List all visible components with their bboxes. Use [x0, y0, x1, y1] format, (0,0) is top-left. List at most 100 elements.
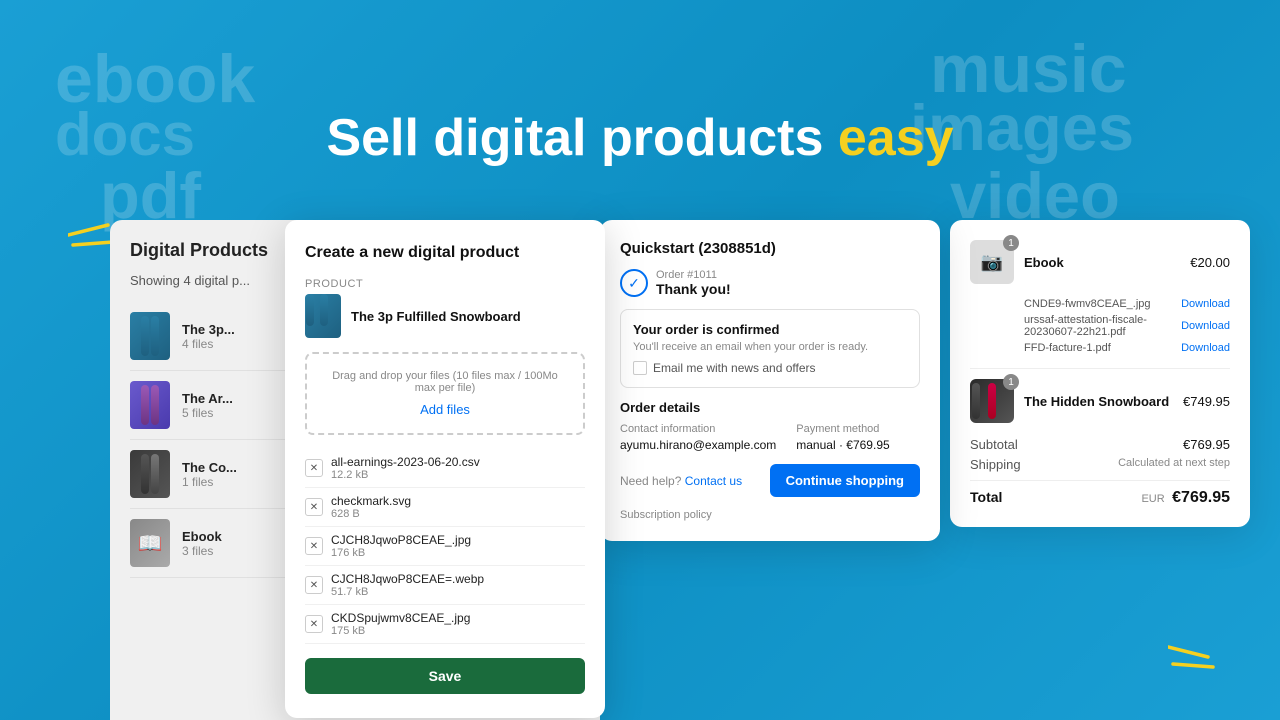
- receipt-grand-label: Total: [970, 489, 1002, 507]
- file-remove-2[interactable]: ✕: [305, 498, 323, 516]
- receipt-dl-name-1: CNDE9-fwmv8CEAE_.jpg: [1024, 298, 1151, 310]
- file-name-4: CJCH8JqwoP8CEAE=.webp: [331, 572, 585, 586]
- receipt-panel: 📷 1 Ebook €20.00 CNDE9-fwmv8CEAE_.jpg Do…: [950, 220, 1250, 527]
- file-size-2: 628 B: [331, 508, 585, 520]
- qs-od-title: Order details: [620, 400, 920, 415]
- receipt-item-name-1: Ebook: [1024, 255, 1180, 270]
- headline-highlight: easy: [838, 109, 954, 167]
- qs-order-details: Order details Contact information ayumu.…: [620, 400, 920, 452]
- receipt-dl-3: FFD-facture-1.pdf Download: [1024, 342, 1230, 354]
- qs-help: Need help? Contact us: [620, 474, 742, 488]
- file-remove-4[interactable]: ✕: [305, 576, 323, 594]
- file-remove-3[interactable]: ✕: [305, 537, 323, 555]
- receipt-subtotal-row: Subtotal €769.95: [970, 437, 1230, 452]
- quickstart-panel: Quickstart (2308851d) ✓ Order #1011 Than…: [600, 220, 940, 541]
- qs-continue-button[interactable]: Continue shopping: [770, 464, 920, 497]
- dp-icon-1: [130, 312, 170, 360]
- file-item-1: ✕ all-earnings-2023-06-20.csv 12.2 kB: [305, 449, 585, 488]
- receipt-item-2: 1 The Hidden Snowboard €749.95: [970, 379, 1230, 423]
- dp-icon-3: [130, 450, 170, 498]
- product-name: The 3p Fulfilled Snowboard: [351, 309, 521, 324]
- file-size-5: 175 kB: [331, 625, 585, 637]
- snowboard-2a: [141, 385, 149, 425]
- product-label: Product: [305, 278, 585, 290]
- digital-products-panel: Digital Products Showing 4 digital p... …: [110, 220, 600, 720]
- snowboard-3b: [151, 454, 159, 494]
- receipt-downloads: CNDE9-fwmv8CEAE_.jpg Download urssaf-att…: [970, 298, 1230, 354]
- receipt-grand-val-wrapper: EUR €769.95: [1141, 489, 1230, 507]
- file-item-3: ✕ CJCH8JqwoP8CEAE_.jpg 176 kB: [305, 527, 585, 566]
- qs-email-checkbox[interactable]: [633, 361, 647, 375]
- qs-subscription-link[interactable]: Subscription policy: [620, 509, 712, 521]
- dp-icon-2: [130, 381, 170, 429]
- headline: Sell digital products easy: [0, 108, 1280, 168]
- snowboard-1a: [141, 316, 149, 356]
- product-icon-a: [306, 294, 314, 326]
- qs-contact-value: ayumu.hirano@example.com: [620, 438, 776, 452]
- receipt-img-1: 📷 1: [970, 240, 1014, 284]
- file-item-2: ✕ checkmark.svg 628 B: [305, 488, 585, 527]
- file-size-1: 12.2 kB: [331, 469, 585, 481]
- dropzone-hint: Drag and drop your files (10 files max /…: [323, 370, 567, 394]
- receipt-dl-1: CNDE9-fwmv8CEAE_.jpg Download: [1024, 298, 1230, 310]
- receipt-badge-1: 1: [1003, 235, 1019, 251]
- qs-confirmed-title: Your order is confirmed: [633, 322, 907, 337]
- receipt-shipping-row: Shipping Calculated at next step: [970, 457, 1230, 472]
- qs-actions: Need help? Contact us Continue shopping: [620, 464, 920, 497]
- product-thumbnail: [305, 294, 341, 338]
- file-name-3: CJCH8JqwoP8CEAE_.jpg: [331, 533, 585, 547]
- qs-confirmed-box: Your order is confirmed You'll receive a…: [620, 309, 920, 388]
- receipt-item-info-2: The Hidden Snowboard: [1024, 394, 1173, 409]
- receipt-totals: Subtotal €769.95 Shipping Calculated at …: [970, 437, 1230, 507]
- receipt-shipping-value: Calculated at next step: [1118, 457, 1230, 472]
- qs-email-label: Email me with news and offers: [653, 361, 816, 375]
- receipt-grand-value: €769.95: [1172, 489, 1230, 506]
- add-files-button[interactable]: Add files: [420, 402, 470, 417]
- qs-email-check: Email me with news and offers: [633, 361, 907, 375]
- snowboard-1b: [151, 316, 159, 356]
- receipt-badge-2: 1: [1003, 374, 1019, 390]
- receipt-shipping-label: Shipping: [970, 457, 1021, 472]
- file-name-1: all-earnings-2023-06-20.csv: [331, 455, 585, 469]
- receipt-img-2: 1: [970, 379, 1014, 423]
- qs-title: Quickstart (2308851d): [620, 240, 920, 257]
- headline-prefix: Sell digital products: [326, 109, 837, 167]
- qs-payment-col: Payment method manual · €769.95: [796, 423, 889, 452]
- file-info-5: CKDSpujwmv8CEAE_.jpg 175 kB: [331, 611, 585, 637]
- receipt-currency: EUR: [1141, 493, 1164, 505]
- content-wrapper: Digital Products Showing 4 digital p... …: [110, 220, 1280, 720]
- qs-contact-label: Contact information: [620, 423, 776, 435]
- snowboard-2b: [151, 385, 159, 425]
- receipt-item-info-1: Ebook: [1024, 255, 1180, 270]
- qs-success-row: ✓ Order #1011 Thank you!: [620, 269, 920, 297]
- receipt-dl-link-1[interactable]: Download: [1181, 298, 1230, 310]
- snowboard-3a: [141, 454, 149, 494]
- qs-payment-value: manual · €769.95: [796, 438, 889, 452]
- qs-contact-col: Contact information ayumu.hirano@example…: [620, 423, 776, 452]
- file-info-1: all-earnings-2023-06-20.csv 12.2 kB: [331, 455, 585, 481]
- file-remove-1[interactable]: ✕: [305, 459, 323, 477]
- save-button[interactable]: Save: [305, 658, 585, 694]
- qs-order-num: Order #1011: [656, 269, 731, 281]
- receipt-dl-link-2[interactable]: Download: [1181, 320, 1230, 332]
- receipt-dl-2: urssaf-attestation-fiscale-20230607-22h2…: [1024, 314, 1230, 338]
- receipt-divider: [970, 368, 1230, 369]
- qs-help-text: Need help?: [620, 474, 681, 488]
- modal-title: Create a new digital product: [305, 244, 585, 262]
- create-product-modal: Create a new digital product Product The…: [285, 220, 605, 718]
- dp-icon-4: 📖: [130, 519, 170, 567]
- file-info-4: CJCH8JqwoP8CEAE=.webp 51.7 kB: [331, 572, 585, 598]
- product-row: The 3p Fulfilled Snowboard: [305, 294, 585, 338]
- receipt-dl-link-3[interactable]: Download: [1181, 342, 1230, 354]
- receipt-item-name-2: The Hidden Snowboard: [1024, 394, 1173, 409]
- dropzone[interactable]: Drag and drop your files (10 files max /…: [305, 352, 585, 435]
- qs-contact-link[interactable]: Contact us: [685, 474, 742, 488]
- file-remove-5[interactable]: ✕: [305, 615, 323, 633]
- snowboard-receipt-a: [972, 383, 980, 419]
- receipt-subtotal-value: €769.95: [1183, 437, 1230, 452]
- qs-subscription-policy: Subscription policy: [620, 509, 920, 521]
- qs-check-icon: ✓: [620, 269, 648, 297]
- file-name-2: checkmark.svg: [331, 494, 585, 508]
- receipt-subtotal-label: Subtotal: [970, 437, 1018, 452]
- file-name-5: CKDSpujwmv8CEAE_.jpg: [331, 611, 585, 625]
